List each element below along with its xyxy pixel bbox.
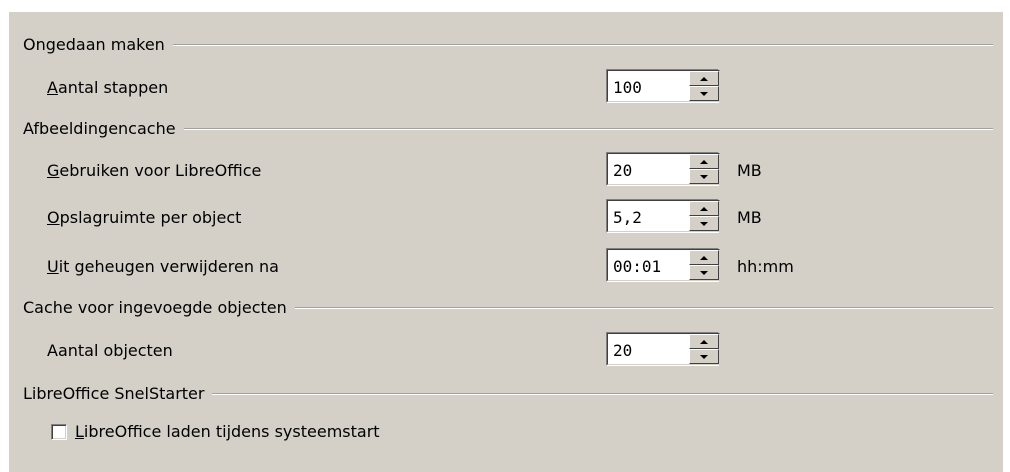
spin-down-button[interactable]: [689, 349, 719, 364]
per-object-input[interactable]: [608, 201, 689, 231]
object-cache-section-title: Cache voor ingevoegde objecten: [23, 297, 287, 317]
spin-buttons: [689, 334, 719, 364]
load-at-startup-label[interactable]: LibreOffice laden tijdens systeemstart: [75, 422, 380, 441]
per-object-spinbox[interactable]: [606, 199, 720, 233]
graphics-cache-use-label-rest: ebruiken voor LibreOffice: [59, 161, 262, 180]
graphics-cache-use-spinbox[interactable]: [606, 152, 720, 186]
spin-down-button[interactable]: [689, 265, 719, 280]
object-count-label: Aantal objecten: [47, 341, 173, 360]
spin-buttons: [689, 71, 719, 101]
spin-up-button[interactable]: [689, 334, 719, 349]
section-divider: [172, 43, 993, 46]
graphics-cache-section-title: Afbeeldingencache: [23, 118, 176, 138]
undo-steps-spinbox[interactable]: [606, 69, 720, 103]
undo-steps-input[interactable]: [608, 71, 689, 101]
mnemonic-char: U: [47, 257, 59, 276]
per-object-label-rest: pslagruimte per object: [59, 208, 242, 227]
mnemonic-char: G: [47, 161, 60, 180]
arrow-down-icon: [700, 174, 708, 179]
graphics-cache-section-header: Afbeeldingencache: [23, 118, 993, 138]
per-object-label: Opslagruimte per object: [47, 208, 241, 227]
quickstarter-section-header: LibreOffice SnelStarter: [23, 383, 993, 403]
spin-buttons: [689, 154, 719, 184]
arrow-up-icon: [700, 159, 708, 164]
spin-buttons: [689, 201, 719, 231]
section-divider: [294, 306, 993, 309]
spin-down-button[interactable]: [689, 86, 719, 101]
remove-after-label-rest: it geheugen verwijderen na: [58, 257, 279, 276]
quickstarter-section-title: LibreOffice SnelStarter: [23, 383, 205, 403]
spin-up-button[interactable]: [689, 154, 719, 169]
spin-down-button[interactable]: [689, 216, 719, 231]
undo-steps-label-rest: antal stappen: [57, 78, 169, 97]
load-at-startup-checkbox[interactable]: [51, 424, 67, 440]
section-divider: [212, 392, 993, 395]
undo-section-header: Ongedaan maken: [23, 34, 993, 54]
arrow-up-icon: [700, 339, 708, 344]
spin-buttons: [689, 250, 719, 280]
remove-after-unit: hh:mm: [737, 257, 794, 276]
per-object-unit: MB: [737, 208, 762, 227]
spin-up-button[interactable]: [689, 201, 719, 216]
arrow-up-icon: [700, 255, 708, 260]
undo-steps-label: Aantal stappen: [47, 78, 168, 97]
arrow-up-icon: [700, 76, 708, 81]
remove-after-input[interactable]: [608, 250, 689, 280]
spin-up-button[interactable]: [689, 250, 719, 265]
spin-down-button[interactable]: [689, 169, 719, 184]
arrow-up-icon: [700, 206, 708, 211]
object-cache-section-header: Cache voor ingevoegde objecten: [23, 297, 993, 317]
arrow-down-icon: [700, 91, 708, 96]
graphics-cache-use-label: Gebruiken voor LibreOffice: [47, 161, 261, 180]
section-divider: [183, 127, 993, 130]
graphics-cache-use-input[interactable]: [608, 154, 689, 184]
object-count-input[interactable]: [608, 334, 689, 364]
undo-section-title: Ongedaan maken: [23, 34, 165, 54]
arrow-down-icon: [700, 354, 708, 359]
remove-after-spinbox[interactable]: [606, 248, 720, 282]
object-count-spinbox[interactable]: [606, 332, 720, 366]
graphics-cache-use-unit: MB: [737, 161, 762, 180]
mnemonic-char: A: [47, 78, 58, 97]
remove-after-label: Uit geheugen verwijderen na: [47, 257, 279, 276]
arrow-down-icon: [700, 221, 708, 226]
memory-options-panel: Ongedaan maken Aantal stappen Afbeelding…: [8, 11, 1003, 472]
mnemonic-char: O: [47, 208, 60, 227]
spin-up-button[interactable]: [689, 71, 719, 86]
arrow-down-icon: [700, 270, 708, 275]
mnemonic-char: L: [75, 422, 84, 441]
load-at-startup-label-rest: ibreOffice laden tijdens systeemstart: [83, 422, 380, 441]
